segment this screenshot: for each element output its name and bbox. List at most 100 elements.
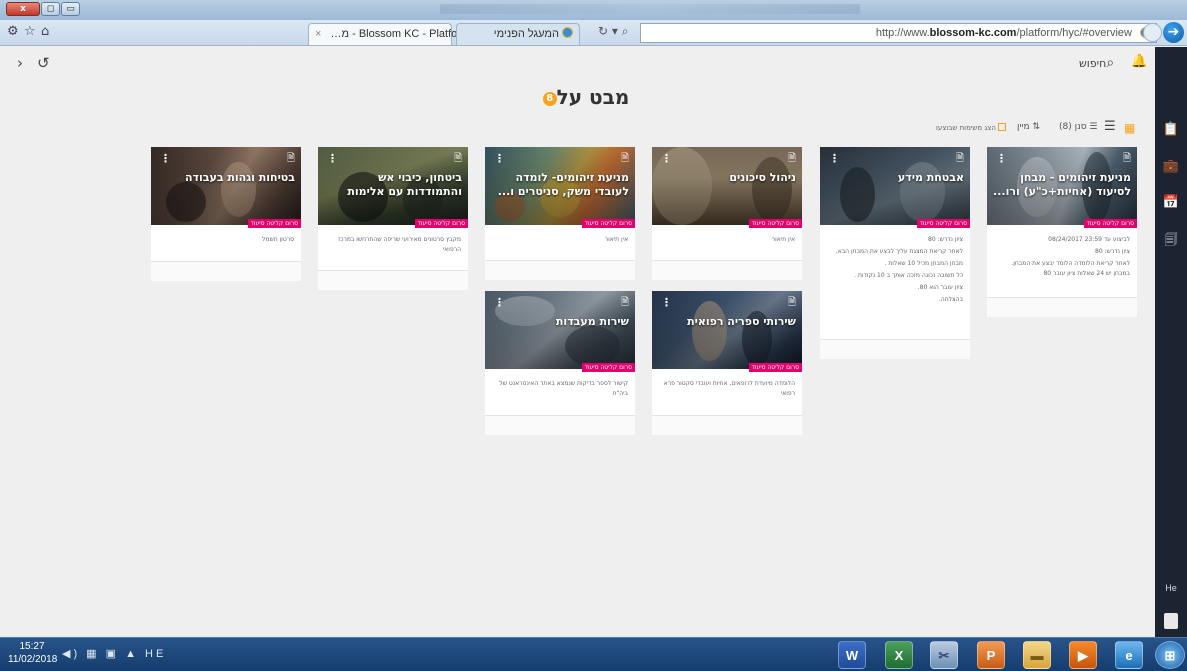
snipping-tool-icon[interactable]: ✂ [930, 641, 958, 669]
chevron-right-icon[interactable]: › [17, 54, 23, 72]
document-icon: 🗎 [453, 153, 462, 164]
card-footer [485, 415, 635, 435]
user-icon[interactable] [1164, 613, 1178, 629]
page-title: מבט על8 [520, 85, 650, 109]
card-title: ניהול סיכונים [729, 171, 796, 184]
bell-icon[interactable]: 🔔 [1131, 54, 1147, 69]
media-player-icon[interactable]: ▶ [1069, 641, 1097, 669]
clock-date: 11/02/2018 [8, 654, 58, 665]
course-card[interactable]: ⋮ 🗎 בטיחות וגהות בעבודה סרום קליטה סיעוד… [151, 147, 301, 281]
card-menu-icon[interactable]: ⋮ [661, 297, 672, 308]
card-menu-icon[interactable]: ⋮ [829, 153, 840, 164]
refresh-dropdown-search-icon[interactable]: ↻ ▾ ⌕ [598, 24, 628, 39]
search-button[interactable]: ⌕חיפוש [1079, 55, 1114, 71]
tools-icon[interactable]: ⚙ [7, 25, 19, 39]
card-image [652, 291, 802, 369]
tab-label: המעגל הפנימי [493, 28, 559, 40]
card-menu-icon[interactable]: ⋮ [494, 297, 505, 308]
window-close-button[interactable]: x [6, 2, 40, 16]
card-footer [485, 260, 635, 280]
card-text: לאחר קריאת המצגת עליך לבצע את המבחן הבא. [835, 248, 963, 255]
language-switch[interactable]: He [1155, 583, 1187, 593]
card-text: לאחר קריאת הלומדה הלומד יבצע את המבחן. ב… [1011, 260, 1130, 277]
excel-app-icon[interactable]: X [885, 641, 913, 669]
card-footer [151, 261, 301, 281]
card-title: בטיחות וגהות בעבודה [184, 171, 295, 184]
card-menu-icon[interactable]: ⋮ [996, 153, 1007, 164]
card-tag: סרום קליטה סיעוד [748, 219, 802, 228]
search-icon: ⌕ [1106, 55, 1115, 71]
folder-app-icon[interactable]: ▬ [1023, 641, 1051, 669]
card-menu-icon[interactable]: ⋮ [494, 153, 505, 164]
card-text: הלומדה מיועדת לרופאים, אחיות ועובדי סקטו… [663, 380, 795, 397]
card-footer [820, 339, 970, 359]
document-icon: 🗎 [620, 153, 629, 164]
checkbox[interactable] [997, 123, 1006, 131]
sort-button[interactable]: ⇅ מיין [1017, 122, 1040, 132]
course-card[interactable]: ⋮ 🗎 שירות מעבדות סרום קליטה סיעוד קישור … [485, 291, 635, 435]
filter-button[interactable]: ☰ סנן (8) [1059, 122, 1097, 132]
card-description: קישור לספר בדיקות שנמצא באתר האינטראנט ש… [492, 379, 628, 401]
start-button[interactable]: ⊞ [1155, 641, 1185, 669]
list-view-icon[interactable]: ☰ [1104, 120, 1116, 133]
card-tag: סרום קליטה סיעוד [414, 219, 468, 228]
window-minimize-button[interactable]: ▭ [61, 2, 80, 16]
count-badge: 8 [542, 91, 557, 106]
url-domain: blossom-kc.com [929, 27, 1017, 39]
show-completed-toggle[interactable]: הצג משימות שבוצעו [936, 123, 1006, 132]
word-app-icon[interactable]: W [838, 641, 866, 669]
refresh-icon[interactable]: ↺ [37, 54, 50, 72]
filter-label: סנן [1074, 122, 1087, 132]
course-card[interactable]: ⋮ 🗎 ביטחון, כיבוי אש והתמודדות עם אלימות… [318, 147, 468, 290]
ie-favicon-icon [562, 27, 573, 38]
card-description: סרטון חשמל [158, 235, 294, 247]
tab-close-icon[interactable]: × [315, 28, 321, 40]
favorites-icon[interactable]: ☆ [24, 25, 36, 39]
browser-tab-inner-circle[interactable]: המעגל הפנימי [456, 23, 580, 45]
card-text: סרטון חשמל [261, 236, 294, 243]
clipboard-icon[interactable]: 📋 [1155, 122, 1187, 137]
card-image [151, 147, 301, 225]
clock-time: 15:27 [19, 641, 45, 652]
right-sidebar: 📋 💼 📅 🗐 He [1155, 47, 1187, 637]
card-description: הלומדה מיועדת לרופאים, אחיות ועובדי סקטו… [659, 379, 795, 401]
card-menu-icon[interactable]: ⋮ [661, 153, 672, 164]
card-footer [987, 297, 1137, 317]
card-title: ביטחון, כיבוי אש והתמודדות עם אלימות [347, 171, 462, 198]
go-forward-button[interactable]: ➔ [1163, 22, 1184, 43]
card-menu-icon[interactable]: ⋮ [160, 153, 171, 164]
card-image [485, 291, 635, 369]
card-image [652, 147, 802, 225]
course-card[interactable]: ⋮ 🗎 אבטחת מידע סרום קליטה סיעוד ציון נדר… [820, 147, 970, 359]
windows-taskbar: 15:27 11/02/2018 ◀) ▦ ▣ ▲ HE W X ✂ P ▬ ▶… [0, 637, 1187, 671]
course-card[interactable]: ⋮ 🗎 שירותי ספריה רפואית סרום קליטה סיעוד… [652, 291, 802, 435]
grid-view-icon[interactable]: ▦ [1124, 122, 1135, 134]
system-tray[interactable]: ◀) ▦ ▣ ▲ HE [62, 647, 166, 660]
home-icon[interactable]: ⌂ [41, 25, 49, 39]
calendar-icon[interactable]: 📅 [1155, 195, 1187, 210]
browser-toolbar: ⚙ ☆ ⌂ × …מ - Blossom KC - Platform המעגל… [0, 20, 1187, 46]
card-menu-icon[interactable]: ⋮ [327, 153, 338, 164]
card-text: אין תיאור [771, 236, 795, 243]
course-card[interactable]: ⋮ 🗎 מניעת זיהומים- לומדה לעובדי משק, סני… [485, 147, 635, 280]
sort-label: מיין [1017, 122, 1030, 132]
window-maximize-button[interactable]: ◻ [41, 2, 60, 16]
internet-explorer-icon[interactable]: e [1115, 641, 1143, 669]
course-card[interactable]: ⋮ 🗎 מניעת זיהומים - מבחן לסיעוד (אחיות+כ… [987, 147, 1137, 317]
card-footer [318, 270, 468, 290]
briefcase-icon[interactable]: 💼 [1155, 159, 1187, 174]
browser-tab-active[interactable]: × …מ - Blossom KC - Platform [308, 23, 485, 45]
document-icon: 🗎 [286, 153, 295, 164]
card-required-score: ציון נדרש: 80 [928, 236, 963, 243]
card-tag: סרום קליטה סיעוד [247, 219, 301, 228]
document-icon: 🗎 [620, 297, 629, 308]
search-label: חיפוש [1079, 57, 1107, 70]
course-card[interactable]: ⋮ 🗎 ניהול סיכונים סרום קליטה סיעוד אין ת… [652, 147, 802, 280]
taskbar-clock[interactable]: 15:27 11/02/2018 [8, 640, 58, 666]
card-text: אין תיאור [604, 236, 628, 243]
window-title [440, 4, 860, 14]
documents-icon[interactable]: 🗐 [1155, 231, 1187, 253]
address-bar[interactable]: http://www.blossom-kc.com/platform/hyc/#… [640, 23, 1157, 43]
powerpoint-app-icon[interactable]: P [977, 641, 1005, 669]
back-button[interactable] [1143, 23, 1162, 42]
